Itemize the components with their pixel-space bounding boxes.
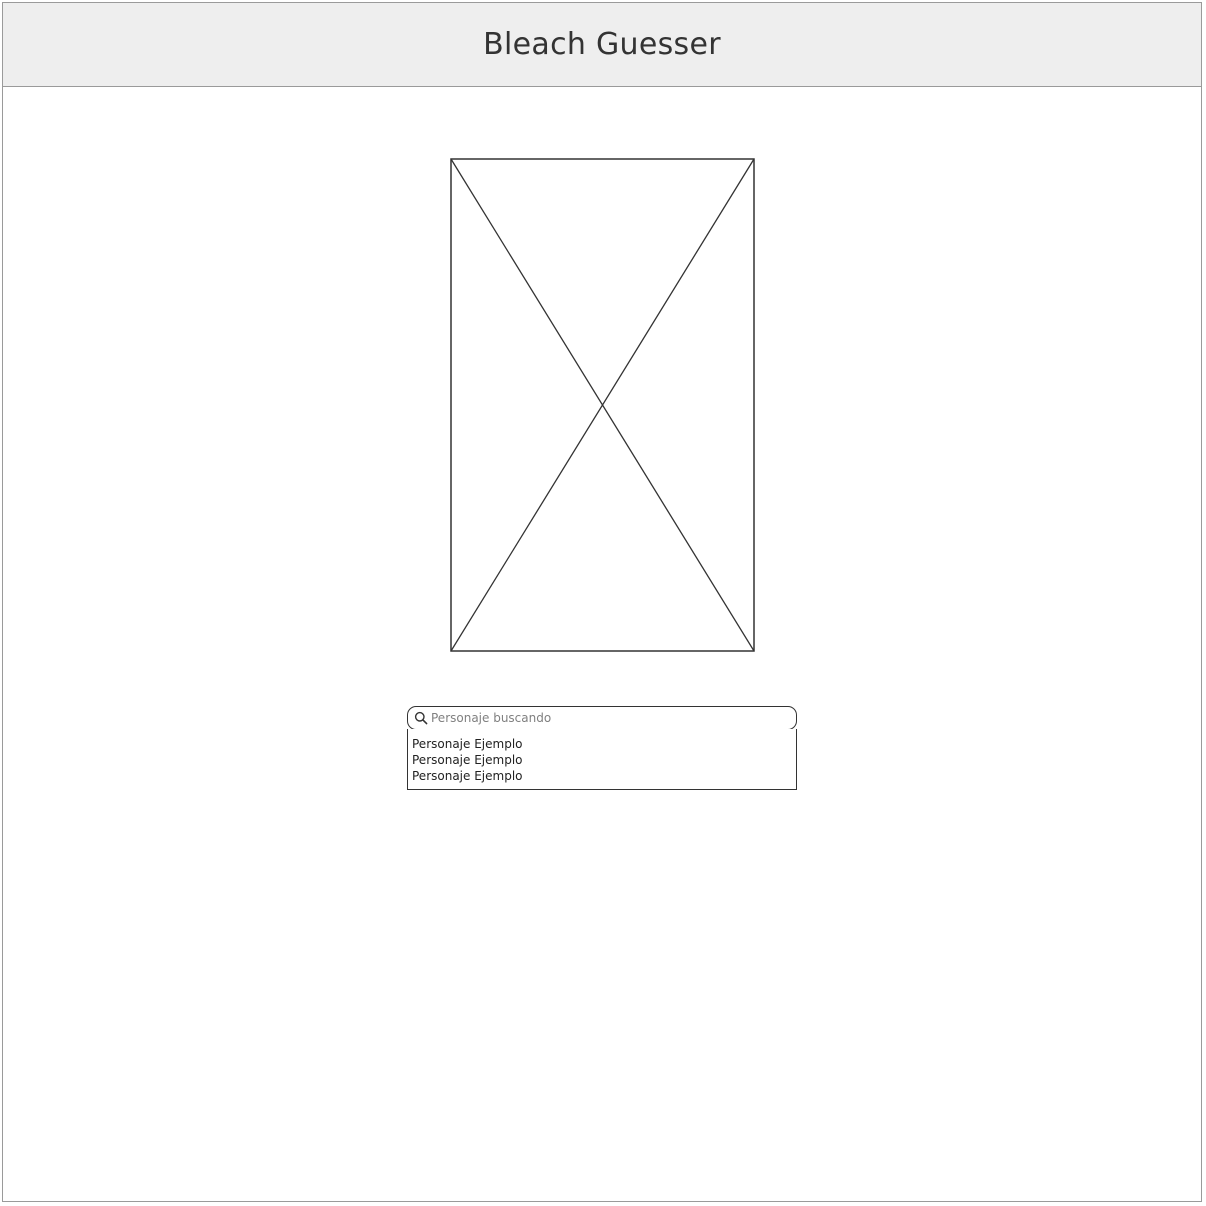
search-icon xyxy=(414,711,428,725)
search-result-item[interactable]: Personaje Ejemplo xyxy=(412,768,796,784)
search-results-list: Personaje Ejemplo Personaje Ejemplo Pers… xyxy=(407,729,797,790)
character-search-input[interactable] xyxy=(431,711,771,725)
character-image-placeholder xyxy=(450,158,755,652)
title-bar: Bleach Guesser xyxy=(2,2,1202,87)
page-title: Bleach Guesser xyxy=(483,27,721,62)
image-placeholder-icon xyxy=(450,158,755,652)
character-search-box[interactable] xyxy=(407,706,797,730)
search-result-item[interactable]: Personaje Ejemplo xyxy=(412,752,796,768)
search-result-item[interactable]: Personaje Ejemplo xyxy=(412,736,796,752)
